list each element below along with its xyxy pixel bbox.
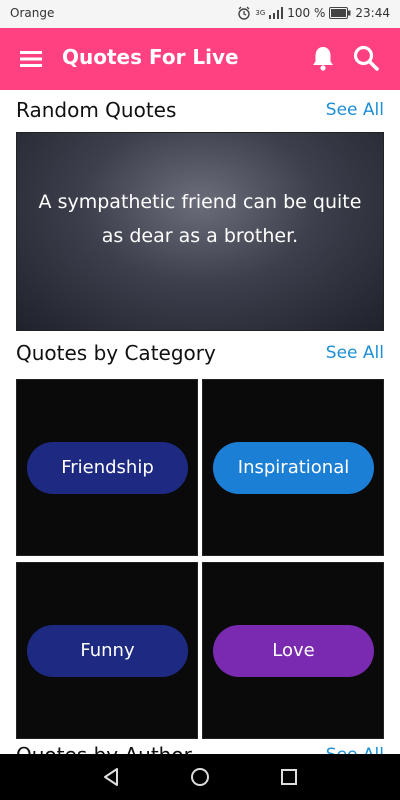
category-tile-inspirational[interactable]: Inspirational xyxy=(202,379,384,556)
app-bar: Quotes For Live xyxy=(0,28,400,90)
search-icon[interactable] xyxy=(352,44,380,72)
home-icon[interactable] xyxy=(188,765,212,789)
random-quote-text: A sympathetic friend can be quite as dea… xyxy=(38,191,362,247)
random-quotes-heading: Random Quotes xyxy=(16,98,177,122)
network-badge: 3G xyxy=(255,9,266,17)
random-quotes-header: Random Quotes See All xyxy=(16,98,384,128)
random-quote-card[interactable]: A sympathetic friend can be quite as dea… xyxy=(16,132,384,331)
carrier-label: Orange xyxy=(10,6,55,20)
system-nav-bar xyxy=(0,754,400,800)
category-tile-funny[interactable]: Funny xyxy=(16,562,198,739)
alarm-icon xyxy=(237,6,251,20)
category-pill-love[interactable]: Love xyxy=(213,625,374,677)
battery-icon xyxy=(329,7,351,19)
bell-icon[interactable] xyxy=(310,44,336,72)
category-pill-funny[interactable]: Funny xyxy=(27,625,188,677)
status-bar: Orange 3G 100 % 23:44 xyxy=(0,0,400,28)
category-pill-friendship[interactable]: Friendship xyxy=(27,442,188,494)
app-title: Quotes For Live xyxy=(62,45,239,69)
category-header: Quotes by Category See All xyxy=(16,341,384,371)
menu-icon[interactable] xyxy=(18,47,44,71)
category-see-all-link[interactable]: See All xyxy=(326,343,384,363)
clock: 23:44 xyxy=(355,6,390,20)
signal-icon xyxy=(269,7,284,19)
category-tile-love[interactable]: Love xyxy=(202,562,384,739)
random-see-all-link[interactable]: See All xyxy=(326,100,384,120)
category-tile-friendship[interactable]: Friendship xyxy=(16,379,198,556)
recents-icon[interactable] xyxy=(277,765,301,789)
back-icon[interactable] xyxy=(100,765,124,789)
status-icons: 3G 100 % 23:44 xyxy=(237,6,390,20)
battery-text: 100 % xyxy=(287,6,326,20)
category-heading: Quotes by Category xyxy=(16,341,216,365)
category-pill-inspirational[interactable]: Inspirational xyxy=(213,442,374,494)
